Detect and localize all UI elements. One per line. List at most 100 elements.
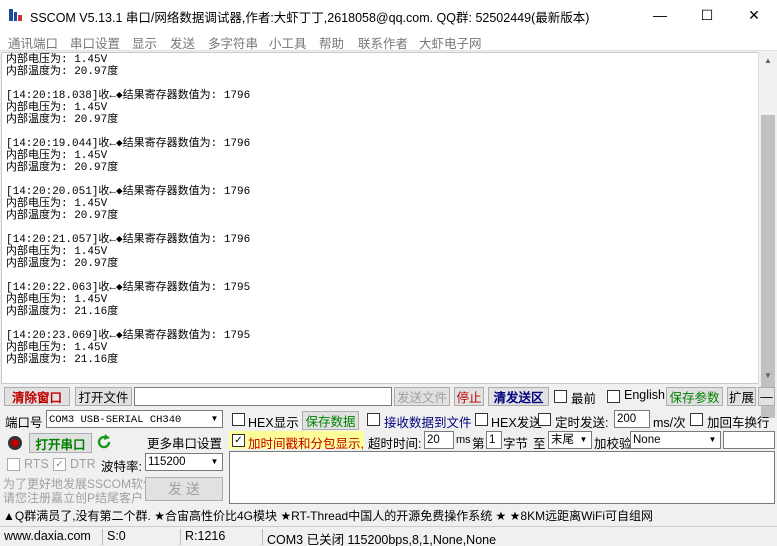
status-website[interactable]: www.daxia.com — [0, 529, 100, 545]
to-select-value: 末尾 — [551, 434, 574, 446]
timeout-input[interactable]: 20 — [424, 431, 454, 449]
receive-line: 内部温度为: 20.97度 — [6, 162, 119, 174]
hex-send-checkbox[interactable] — [475, 413, 488, 426]
recv-to-file-label[interactable]: 接收数据到文件 — [384, 412, 472, 431]
chevron-down-icon: ▼ — [210, 414, 219, 423]
receive-text-area[interactable]: 内部电压为: 1.45V 内部温度为: 20.97度 [14:20:18.038]收… — [1, 52, 758, 384]
send-button[interactable]: 发 送 — [145, 477, 223, 501]
add-crlf-label: 加回车换行 — [707, 416, 770, 430]
port-status-led-icon — [8, 436, 22, 450]
more-port-settings-link[interactable]: 更多串口设置 — [147, 433, 222, 452]
menu-contact-author[interactable]: 联系作者 — [358, 33, 408, 52]
receive-line: 内部温度为: 21.16度 — [6, 354, 119, 366]
scroll-down-icon[interactable]: ▼ — [759, 367, 777, 384]
expand-button[interactable]: 扩展 — [727, 387, 756, 406]
menu-tools[interactable]: 小工具 — [269, 33, 307, 52]
refresh-icon[interactable] — [96, 434, 112, 450]
english-checkbox[interactable] — [607, 390, 620, 403]
chevron-down-icon: ▼ — [579, 435, 588, 444]
port-label: 端口号 — [5, 416, 43, 430]
recv-to-file-checkbox[interactable] — [367, 413, 380, 426]
hex-send-label: HEX发送 — [491, 416, 542, 430]
interval-unit: ms/次 — [653, 416, 686, 430]
open-port-button[interactable]: 打开串口 — [29, 433, 92, 453]
save-data-button[interactable]: 保存数据 — [302, 411, 359, 430]
receive-line: [14:20:23.069]收←◆结果寄存器数值为: 1795 — [6, 330, 251, 342]
add-crlf-checkbox[interactable] — [690, 413, 703, 426]
timed-send-checkbox[interactable] — [538, 413, 551, 426]
to-label: 至 — [533, 437, 546, 451]
extra-input[interactable] — [723, 431, 775, 449]
menu-help[interactable]: 帮助 — [319, 33, 344, 52]
menu-comm-port[interactable]: 通讯端口 — [8, 33, 58, 52]
stop-button[interactable]: 停止 — [454, 387, 484, 406]
timeout-label: 超时时间: — [368, 437, 422, 451]
receive-line: 内部电压为: 1.45V — [6, 54, 108, 66]
ad-ticker[interactable]: ▲Q群满员了,没有第二个群. ★合宙高性价比4G模块 ★RT-Thread中国人… — [3, 507, 653, 524]
checksum-label: 加校验 — [594, 437, 632, 451]
timestamp-label: 加时间戳和分包显示, — [248, 437, 364, 451]
receive-line: 内部电压为: 1.45V — [6, 342, 108, 354]
minimize-button[interactable]: — — [637, 0, 683, 30]
clear-send-area-button[interactable]: 清发送区 — [488, 387, 549, 406]
receive-line: [14:20:18.038]收←◆结果寄存器数值为: 1796 — [6, 90, 251, 102]
checksum-select[interactable]: None ▼ — [630, 431, 721, 449]
menu-bar: 通讯端口 串口设置 显示 发送 多字符串 小工具 帮助 联系作者 大虾电子网 — [0, 30, 777, 51]
hex-display-label: HEX显示 — [248, 416, 299, 430]
receive-line: 内部温度为: 21.16度 — [6, 306, 119, 318]
status-received-count: R:1216 — [180, 529, 260, 545]
receive-line — [6, 270, 250, 282]
english-label: English — [624, 388, 665, 402]
receive-line: [14:20:19.044]收←◆结果寄存器数值为: 1796 — [6, 138, 251, 150]
file-path-input[interactable] — [134, 387, 392, 406]
receive-line: [14:20:20.051]收←◆结果寄存器数值为: 1796 — [6, 186, 251, 198]
topmost-checkbox[interactable] — [554, 390, 567, 403]
collapse-button[interactable]: — — [758, 387, 775, 406]
receive-line: 内部电压为: 1.45V — [6, 198, 108, 210]
hex-display-checkbox[interactable] — [232, 413, 245, 426]
menu-display[interactable]: 显示 — [132, 33, 157, 52]
status-bar: www.daxia.com S:0 R:1216 COM3 已关闭 115200… — [0, 526, 777, 546]
status-port-state: COM3 已关闭 115200bps,8,1,None,None — [262, 529, 562, 546]
baud-select[interactable]: 115200 ▼ — [145, 453, 223, 471]
receive-line: [14:20:21.057]收←◆结果寄存器数值为: 1796 — [6, 234, 251, 246]
close-button[interactable]: ✕ — [731, 0, 777, 30]
receive-line: 内部电压为: 1.45V — [6, 294, 108, 306]
maximize-button[interactable]: ☐ — [684, 0, 730, 30]
port-select-value: COM3 USB-SERIAL CH340 — [49, 414, 182, 426]
timeout-unit: ms — [456, 434, 471, 446]
send-text-area[interactable] — [229, 451, 775, 504]
to-select[interactable]: 末尾 ▼ — [548, 431, 592, 449]
dtr-checkbox[interactable]: ✓ — [53, 458, 66, 471]
receive-line — [6, 174, 250, 186]
rts-checkbox[interactable] — [7, 458, 20, 471]
status-sent-count: S:0 — [102, 529, 178, 545]
chevron-down-icon: ▼ — [708, 435, 717, 444]
send-file-button[interactable]: 发送文件 — [394, 387, 450, 406]
receive-log: 内部电压为: 1.45V 内部温度为: 20.97度 [14:20:18.038]收… — [6, 54, 250, 366]
nth-byte-input[interactable]: 1 — [486, 431, 502, 449]
open-file-button[interactable]: 打开文件 — [75, 387, 132, 406]
timed-send-label: 定时发送: — [555, 416, 609, 430]
nth-label: 第 — [472, 437, 485, 451]
timestamp-checkbox[interactable]: ✓ — [232, 434, 245, 447]
menu-multi-string[interactable]: 多字符串 — [208, 33, 258, 52]
chevron-down-icon: ▼ — [210, 457, 219, 466]
menu-send[interactable]: 发送 — [170, 33, 195, 52]
receive-line — [6, 318, 250, 330]
baud-label: 波特率: — [101, 460, 142, 474]
topmost-label: 最前 — [571, 392, 597, 406]
menu-daxia-site[interactable]: 大虾电子网 — [419, 33, 482, 52]
receive-line — [6, 78, 250, 90]
scroll-up-icon[interactable]: ▲ — [759, 52, 777, 69]
save-params-button[interactable]: 保存参数 — [666, 387, 723, 406]
receive-scrollbar[interactable]: ▲ ▼ — [758, 52, 777, 418]
interval-input[interactable]: 200 — [614, 410, 650, 428]
byte-label: 字节 — [503, 437, 529, 451]
clear-window-button[interactable]: 清除窗口 — [4, 387, 70, 406]
sscom-app-icon — [9, 9, 22, 21]
receive-line: [14:20:22.063]收←◆结果寄存器数值为: 1795 — [6, 282, 251, 294]
port-select[interactable]: COM3 USB-SERIAL CH340 ▼ — [46, 410, 223, 428]
menu-port-settings[interactable]: 串口设置 — [70, 33, 120, 52]
rts-label: RTS — [24, 457, 49, 471]
